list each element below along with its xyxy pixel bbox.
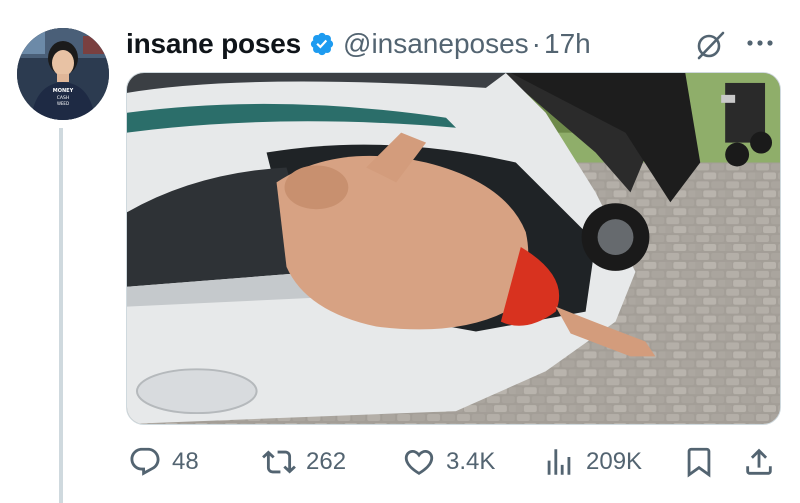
thread-line	[59, 128, 63, 503]
grok-icon[interactable]	[693, 28, 727, 62]
photo-car-scene	[127, 73, 780, 424]
repost-icon	[262, 450, 296, 474]
share-icon	[746, 448, 772, 475]
bookmark-button[interactable]	[682, 444, 716, 480]
reply-count: 48	[172, 448, 199, 475]
views-button[interactable]: 209K	[542, 444, 642, 480]
post-time[interactable]: 17h	[544, 28, 591, 60]
avatar-shirt-text-3: WEED	[57, 101, 69, 106]
user-handle[interactable]: @insaneposes	[343, 28, 529, 60]
share-button[interactable]	[742, 444, 776, 480]
more-icon[interactable]	[745, 33, 775, 53]
views-count: 209K	[586, 448, 643, 475]
display-name[interactable]: insane poses	[126, 28, 301, 60]
avatar-shirt-text-1: MONEY	[53, 88, 74, 94]
like-count: 3.4K	[446, 448, 496, 475]
views-icon	[547, 449, 571, 475]
tweet-header: insane poses @insaneposes · 17h	[126, 26, 786, 62]
bookmark-icon	[687, 447, 711, 478]
like-button[interactable]: 3.4K	[402, 444, 495, 480]
avatar-image: MONEY CASH WEED	[17, 28, 109, 120]
tweet-media-image[interactable]	[126, 72, 781, 425]
repost-count: 262	[306, 448, 347, 475]
reply-button[interactable]: 48	[128, 444, 199, 480]
reply-icon	[130, 447, 160, 476]
action-bar: 48 262 3.4K 209K	[126, 444, 781, 480]
verified-badge-icon[interactable]	[309, 31, 335, 57]
avatar[interactable]: MONEY CASH WEED	[17, 28, 109, 120]
separator-dot: ·	[531, 28, 541, 59]
repost-button[interactable]: 262	[262, 444, 346, 480]
like-icon	[404, 449, 434, 475]
